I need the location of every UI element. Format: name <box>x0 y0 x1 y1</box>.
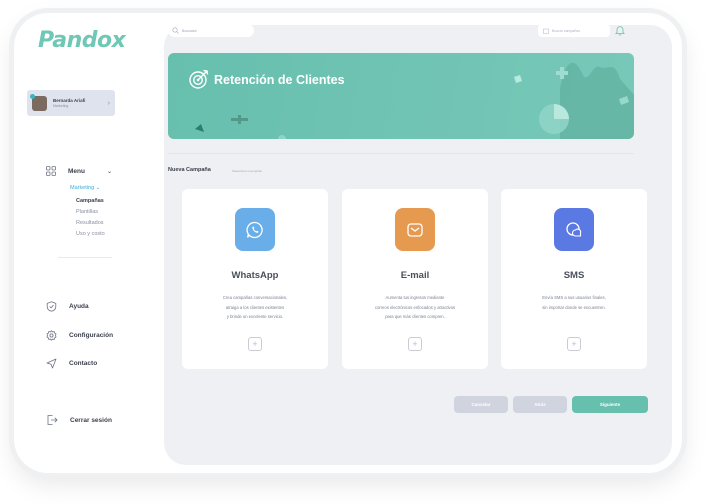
logout-button[interactable]: Cerrar sesión <box>46 414 112 426</box>
card-title: WhatsApp <box>231 270 279 281</box>
gear-icon <box>46 330 57 341</box>
user-role: Marketing <box>53 104 69 108</box>
subnav-results[interactable]: Resultados <box>76 220 104 226</box>
send-icon <box>46 358 57 369</box>
card-title: SMS <box>563 270 585 281</box>
user-card[interactable]: Bernarda Ariafi Marketing › <box>27 90 115 116</box>
nav-help[interactable]: Ayuda <box>46 301 89 312</box>
hero-banner: Retención de Clientes <box>168 53 634 139</box>
user-name: Bernarda Ariafi <box>53 98 86 103</box>
chevron-right-icon[interactable]: › <box>108 100 110 107</box>
banner-decoration <box>195 62 634 139</box>
channel-card-whatsapp[interactable]: WhatsApp Crea campañas conversacionales,… <box>182 189 328 369</box>
app-logo: Pandox <box>38 28 126 53</box>
sidebar-divider <box>58 257 112 258</box>
nav-contact-label: Contacto <box>69 360 98 367</box>
subnav-usage[interactable]: Uso y costo <box>76 231 105 237</box>
nav-menu[interactable]: Menu ⌄ <box>46 166 112 176</box>
campaign-search-placeholder: Buscar campañas <box>552 28 581 33</box>
calendar-icon <box>543 28 549 34</box>
search-icon <box>172 27 179 34</box>
card-title: E-mail <box>400 270 430 281</box>
channel-card-sms[interactable]: SMS Envía SMS a sus usuarios finales, si… <box>501 189 647 369</box>
chat-bubble-icon <box>554 208 594 251</box>
nav-marketing[interactable]: Marketing ⌄ <box>70 185 100 191</box>
logout-icon <box>47 415 58 425</box>
section-divider <box>168 153 634 154</box>
section-subtitle: Seleccione una opción <box>232 169 263 173</box>
card-description: Aumenta tus ingresos mediante correos el… <box>374 295 456 320</box>
logout-label: Cerrar sesión <box>70 416 112 424</box>
shield-check-icon <box>46 301 57 312</box>
search-placeholder: Buscador <box>182 28 197 33</box>
nav-help-label: Ayuda <box>69 303 89 310</box>
back-button[interactable]: Atrás <box>513 396 567 413</box>
bell-icon[interactable] <box>615 25 625 36</box>
add-sms-button[interactable]: + <box>567 337 581 351</box>
campaign-search-field[interactable]: Buscar campañas <box>538 24 610 37</box>
next-button[interactable]: Siguiente <box>572 396 648 413</box>
subnav-templates[interactable]: Plantillas <box>76 209 98 215</box>
add-email-button[interactable]: + <box>408 337 422 351</box>
mail-icon <box>395 208 435 251</box>
card-description: Crea campañas conversacionales, atraiga … <box>222 295 288 320</box>
nav-menu-label: Menu <box>68 167 85 175</box>
nav-contact[interactable]: Contacto <box>46 358 97 369</box>
cancel-button[interactable]: Cancelar <box>454 396 508 413</box>
search-input[interactable]: Buscador <box>168 24 254 37</box>
nav-settings-label: Configuración <box>69 332 114 339</box>
add-whatsapp-button[interactable]: + <box>248 337 262 351</box>
chevron-down-icon: ⌄ <box>95 185 101 191</box>
card-description: Envía SMS a sus usuarios finales, sin im… <box>542 295 606 310</box>
grid-icon <box>46 166 56 176</box>
avatar <box>30 93 47 111</box>
nav-settings[interactable]: Configuración <box>46 330 113 341</box>
subnav-campaigns[interactable]: Campañas <box>76 198 104 204</box>
chevron-down-icon[interactable]: ⌄ <box>107 168 112 175</box>
channel-card-email[interactable]: E-mail Aumenta tus ingresos mediante cor… <box>342 189 488 369</box>
whatsapp-icon <box>235 208 275 251</box>
section-title: Nueva Campaña <box>168 167 211 173</box>
